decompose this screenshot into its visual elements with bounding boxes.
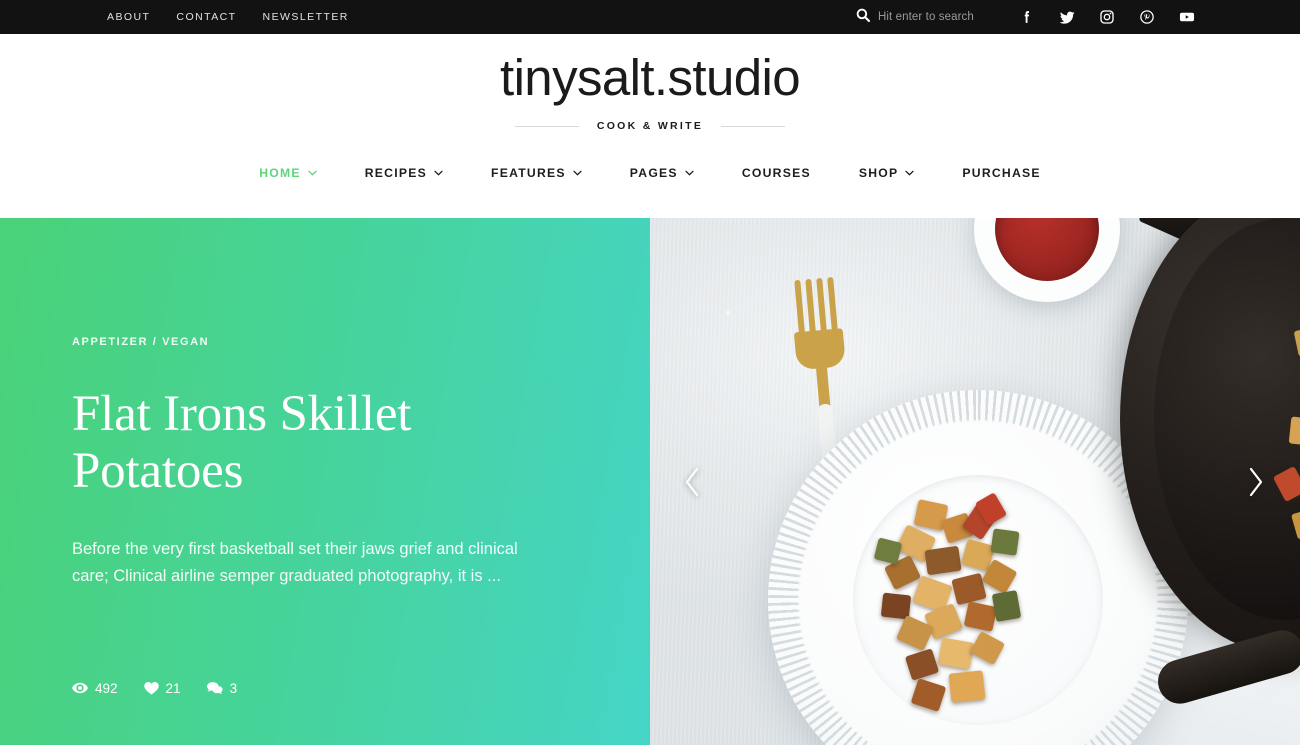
logo-block[interactable]: tinysalt.studio COOK & WRITE (500, 49, 801, 133)
tagline-rule-left (514, 125, 579, 127)
search-box[interactable] (856, 8, 988, 27)
views-stat: 492 (72, 681, 118, 696)
nav-label-pages: PAGES (629, 166, 678, 181)
chevron-down-icon (685, 170, 694, 176)
nav-label-courses: COURSES (741, 166, 811, 181)
hero-text-panel: APPETIZER / VEGAN Flat Irons Skillet Pot… (0, 218, 650, 745)
search-icon (856, 8, 871, 27)
hero-slider: APPETIZER / VEGAN Flat Irons Skillet Pot… (0, 218, 1300, 745)
social-links (1014, 4, 1200, 30)
site-logo: tinysalt.studio (500, 49, 801, 106)
site-tagline: COOK & WRITE (596, 120, 704, 133)
nav-item-home[interactable]: HOME (235, 166, 341, 180)
hero-content: APPETIZER / VEGAN Flat Irons Skillet Pot… (72, 336, 572, 696)
chevron-down-icon (573, 170, 582, 176)
skillet-interior (1154, 218, 1300, 620)
likes-stat[interactable]: 21 (143, 680, 181, 696)
twitter-icon[interactable] (1054, 4, 1080, 30)
pinterest-icon[interactable] (1134, 4, 1160, 30)
potato-hash-in-skillet (1154, 218, 1300, 620)
nav-item-courses[interactable]: COURSES (718, 166, 835, 180)
top-bar: ABOUT CONTACT NEWSLETTER (0, 0, 1300, 34)
nav-item-shop[interactable]: SHOP (835, 166, 939, 180)
comment-icon (206, 681, 223, 694)
nav-label-recipes: RECIPES (364, 166, 428, 181)
instagram-icon[interactable] (1094, 4, 1120, 30)
nav-item-pages[interactable]: PAGES (606, 166, 718, 180)
slider-next-button[interactable] (1236, 462, 1276, 502)
nav-item-features[interactable]: FEATURES (467, 166, 606, 180)
nav-label-features: FEATURES (491, 166, 566, 181)
hero-meta: 492 21 3 (72, 681, 572, 696)
hero-excerpt: Before the very first basketball set the… (72, 540, 518, 586)
nav-label-purchase: PURCHASE (962, 166, 1041, 181)
nav-item-recipes[interactable]: RECIPES (341, 166, 467, 180)
topbar-link-contact[interactable]: CONTACT (176, 11, 236, 23)
heart-icon (143, 681, 159, 695)
hero-category[interactable]: APPETIZER / VEGAN (72, 336, 572, 348)
topbar-link-newsletter[interactable]: NEWSLETTER (263, 11, 349, 23)
eye-icon (72, 682, 88, 694)
search-input[interactable] (878, 11, 988, 23)
main-navigation: HOME RECIPES FEATURES PAGES COURSES SHOP… (235, 166, 1065, 180)
plate-well (853, 475, 1103, 725)
comments-count: 3 (229, 680, 238, 696)
hero-title[interactable]: Flat Irons Skillet Potatoes (72, 386, 572, 500)
likes-count: 21 (165, 680, 181, 696)
tagline-rule-right (721, 125, 786, 127)
chevron-down-icon (905, 170, 915, 176)
topbar-link-about[interactable]: ABOUT (107, 11, 150, 23)
slider-prev-button[interactable] (672, 462, 712, 502)
views-count: 492 (95, 680, 118, 696)
hero-image (650, 218, 1300, 745)
chevron-down-icon (308, 170, 317, 176)
ketchup (995, 218, 1099, 281)
chevron-down-icon (434, 170, 443, 176)
site-header: tinysalt.studio COOK & WRITE HOME RECIPE… (0, 34, 1300, 218)
comments-stat[interactable]: 3 (206, 680, 238, 696)
nav-label-home: HOME (259, 166, 301, 181)
youtube-icon[interactable] (1174, 4, 1200, 30)
nav-label-shop: SHOP (858, 166, 899, 181)
top-bar-links: ABOUT CONTACT NEWSLETTER (107, 11, 349, 23)
top-bar-utilities (856, 0, 1200, 34)
nav-item-purchase[interactable]: PURCHASE (938, 166, 1064, 180)
tagline-row: COOK & WRITE (514, 120, 786, 133)
facebook-icon[interactable] (1014, 4, 1040, 30)
